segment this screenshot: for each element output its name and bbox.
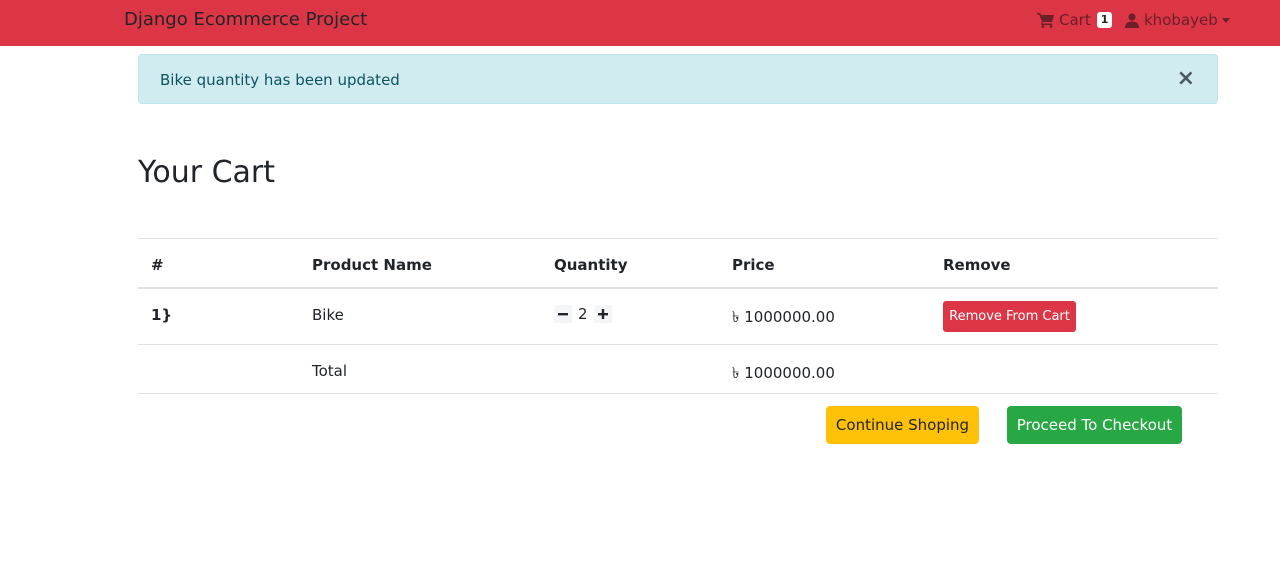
caret-down-icon bbox=[1221, 18, 1230, 23]
page-title: Your Cart bbox=[138, 155, 276, 190]
row-divider bbox=[138, 344, 1218, 345]
item-price: ৳ 1000000.00 bbox=[732, 308, 835, 326]
header-quantity: Quantity bbox=[554, 256, 628, 274]
total-value: ৳ 1000000.00 bbox=[732, 364, 835, 382]
row-index: 1} bbox=[151, 306, 173, 324]
username-label: khobayeb bbox=[1144, 11, 1218, 29]
close-icon[interactable]: × bbox=[1177, 68, 1195, 90]
user-dropdown[interactable]: khobayeb bbox=[1125, 11, 1230, 29]
header-divider bbox=[138, 287, 1218, 289]
header-price: Price bbox=[732, 256, 775, 274]
nav-cart-label: Cart bbox=[1059, 11, 1091, 29]
alert-message: Bike quantity has been updated bbox=[160, 71, 400, 89]
cart-count-badge: 1 bbox=[1096, 12, 1113, 28]
header-index: # bbox=[151, 256, 164, 274]
table-top-border bbox=[138, 238, 1218, 239]
continue-shopping-button[interactable]: Continue Shoping bbox=[826, 406, 979, 444]
user-icon bbox=[1125, 12, 1139, 28]
header-product-name: Product Name bbox=[312, 256, 432, 274]
plus-icon[interactable] bbox=[593, 305, 612, 323]
brand-link[interactable]: Django Ecommerce Project bbox=[124, 9, 367, 30]
quantity-stepper: 2 bbox=[554, 305, 612, 323]
shopping-cart-icon bbox=[1037, 13, 1054, 28]
info-alert: Bike quantity has been updated × bbox=[138, 54, 1218, 104]
product-name: Bike bbox=[312, 306, 344, 324]
total-label: Total bbox=[312, 362, 348, 380]
minus-icon[interactable] bbox=[554, 305, 572, 323]
header-remove: Remove bbox=[943, 256, 1011, 274]
proceed-to-checkout-button[interactable]: Proceed To Checkout bbox=[1007, 406, 1182, 444]
quantity-value: 2 bbox=[578, 305, 588, 323]
navbar: Django Ecommerce Project Cart 1 khobayeb bbox=[0, 0, 1280, 46]
total-divider bbox=[138, 393, 1218, 394]
nav-cart-link[interactable]: Cart 1 bbox=[1037, 11, 1113, 29]
remove-from-cart-button[interactable]: Remove From Cart bbox=[943, 301, 1076, 332]
